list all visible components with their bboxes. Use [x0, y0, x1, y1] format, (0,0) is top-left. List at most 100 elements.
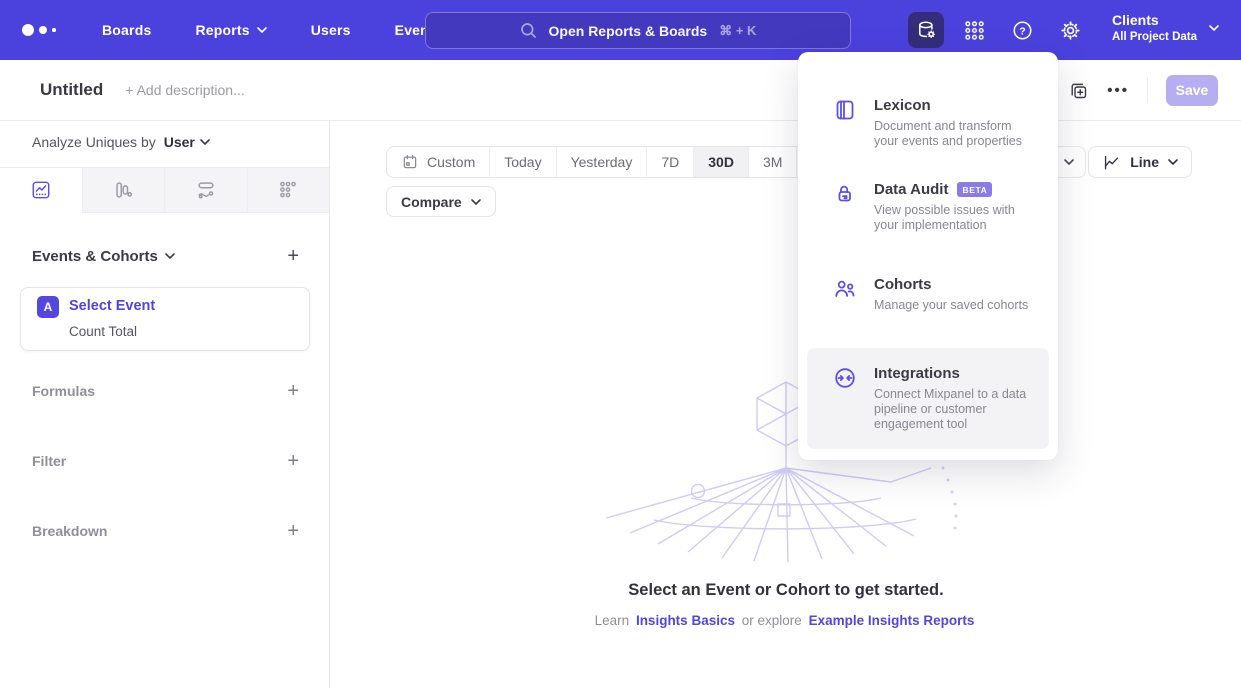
menu-item-title: Integrations	[874, 365, 960, 382]
gear-icon	[1059, 19, 1082, 42]
project-name: All Project Data	[1112, 30, 1197, 45]
date-range-control: Custom Today Yesterday 7D 30D 3M 6M	[386, 146, 846, 178]
chevron-down-icon	[165, 253, 175, 259]
menu-item-title: Data Audit	[874, 181, 948, 198]
select-event-label[interactable]: Select Event	[69, 298, 155, 314]
formulas-label: Formulas	[32, 383, 95, 399]
duplicate-icon	[1068, 80, 1089, 101]
chart-type-dropdown[interactable]: Line	[1088, 146, 1192, 178]
header-divider	[1147, 77, 1148, 103]
event-letter-badge: A	[37, 296, 59, 318]
beta-badge: BETA	[957, 182, 992, 197]
flows-icon	[195, 179, 217, 201]
chevron-down-icon	[471, 199, 481, 205]
data-management-button[interactable]	[908, 12, 944, 48]
events-cohorts-label: Events & Cohorts	[32, 248, 158, 265]
date-range-30d[interactable]: 30D	[693, 147, 748, 177]
date-range-3m[interactable]: 3M	[748, 147, 796, 177]
empty-state-subtitle: Learn Insights Basics or explore Example…	[331, 613, 1241, 628]
help-glyph: ?	[1019, 25, 1025, 37]
subtitle-prefix: Learn	[595, 613, 630, 628]
tab-insights[interactable]	[0, 168, 82, 213]
menu-item-description: View possible issues with your implement…	[874, 203, 1037, 233]
breakdown-section: Breakdown +	[32, 521, 299, 541]
menu-item-data-audit[interactable]: Data Audit BETA View possible issues wit…	[807, 170, 1049, 244]
settings-button[interactable]	[1052, 12, 1088, 48]
funnels-bars-icon	[112, 179, 134, 201]
insights-basics-link[interactable]: Insights Basics	[636, 613, 735, 628]
example-reports-link[interactable]: Example Insights Reports	[809, 613, 975, 628]
date-range-label: Custom	[427, 154, 475, 170]
apps-grid-button[interactable]	[956, 12, 992, 48]
date-range-label: 3M	[763, 154, 782, 170]
menu-item-description: Manage your saved cohorts	[874, 298, 1028, 313]
tab-retention[interactable]	[247, 168, 330, 213]
date-range-label: Yesterday	[571, 154, 633, 170]
duplicate-button[interactable]	[1068, 80, 1089, 101]
line-chart-icon	[1102, 153, 1121, 172]
nav-label: Reports	[195, 22, 249, 38]
navbar-icon-group: ?	[908, 12, 1088, 48]
date-range-today[interactable]: Today	[489, 147, 555, 177]
help-icon: ?	[1011, 19, 1034, 42]
header-actions: ••• Save	[1068, 75, 1218, 106]
global-search-input[interactable]: Open Reports & Boards ⌘ + K	[425, 12, 851, 49]
events-cohorts-header: Events & Cohorts +	[32, 246, 299, 266]
chevron-down-icon	[1064, 159, 1074, 165]
add-filter-button[interactable]: +	[287, 451, 299, 471]
search-icon	[520, 22, 537, 39]
add-breakdown-button[interactable]: +	[287, 521, 299, 541]
nav-item-boards[interactable]: Boards	[102, 22, 151, 38]
compare-dropdown[interactable]: Compare	[386, 186, 496, 217]
lexicon-book-icon	[833, 98, 857, 122]
formulas-section: Formulas +	[32, 381, 299, 401]
more-options-button[interactable]: •••	[1107, 82, 1129, 99]
analyze-by-dropdown[interactable]: User	[164, 134, 210, 150]
count-total-label[interactable]: Count Total	[69, 324, 137, 339]
save-button[interactable]: Save	[1166, 75, 1218, 106]
date-range-label: 30D	[708, 154, 734, 170]
filter-section: Filter +	[32, 451, 299, 471]
select-event-card[interactable]: A Select Event Count Total	[20, 287, 310, 351]
events-cohorts-dropdown[interactable]: Events & Cohorts	[32, 248, 175, 265]
calendar-icon	[401, 153, 419, 171]
project-switcher[interactable]: Clients All Project Data	[1112, 11, 1219, 45]
integrations-sync-icon	[833, 366, 857, 390]
subtitle-middle: or explore	[742, 613, 802, 628]
date-range-custom[interactable]: Custom	[387, 147, 489, 177]
date-range-7d[interactable]: 7D	[646, 147, 693, 177]
help-button[interactable]: ?	[1004, 12, 1040, 48]
menu-item-title: Cohorts	[874, 276, 932, 293]
compare-label: Compare	[401, 194, 462, 210]
empty-state-title: Select an Event or Cohort to get started…	[331, 581, 1241, 600]
tab-funnels[interactable]	[82, 168, 165, 213]
add-event-button[interactable]: +	[287, 246, 299, 266]
chevron-down-icon	[257, 27, 267, 33]
chevron-down-icon	[1168, 159, 1178, 165]
menu-item-title: Lexicon	[874, 97, 931, 114]
add-formula-button[interactable]: +	[287, 381, 299, 401]
nav-item-reports[interactable]: Reports	[195, 22, 266, 38]
nav-label: Users	[311, 22, 351, 38]
menu-item-cohorts[interactable]: Cohorts Manage your saved cohorts	[807, 265, 1049, 324]
analyze-label: Analyze Uniques by	[32, 134, 156, 150]
tab-flows[interactable]	[164, 168, 247, 213]
menu-item-integrations[interactable]: Integrations Connect Mixpanel to a data …	[807, 348, 1049, 449]
analyze-uniques-row: Analyze Uniques by User	[32, 134, 210, 150]
report-canvas: Custom Today Yesterday 7D 30D 3M 6M Comp…	[331, 121, 1241, 688]
search-shortcut: ⌘ + K	[719, 23, 756, 39]
menu-item-description: Connect Mixpanel to a data pipeline or c…	[874, 387, 1037, 432]
date-range-label: Today	[504, 154, 541, 170]
breakdown-label: Breakdown	[32, 523, 107, 539]
add-description-field[interactable]: + Add description...	[125, 82, 244, 98]
chart-type-tabs	[0, 167, 329, 213]
nav-label: Boards	[102, 22, 151, 38]
top-navbar: Boards Reports Users Events Open Reports…	[0, 0, 1241, 60]
report-title[interactable]: Untitled	[40, 80, 103, 100]
nav-item-users[interactable]: Users	[311, 22, 351, 38]
mixpanel-logo[interactable]	[22, 24, 58, 36]
query-builder-sidebar: Analyze Uniques by User	[0, 121, 330, 688]
menu-item-lexicon[interactable]: Lexicon Document and transform your even…	[807, 86, 1049, 160]
date-range-yesterday[interactable]: Yesterday	[556, 147, 647, 177]
filter-label: Filter	[32, 453, 66, 469]
